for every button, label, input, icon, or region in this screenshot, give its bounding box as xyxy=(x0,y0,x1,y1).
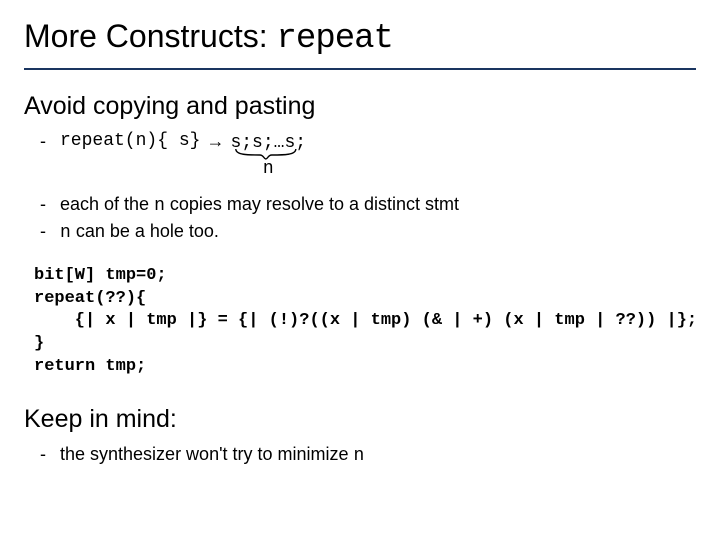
bullet-n-hole: n can be a hole too. xyxy=(60,219,696,246)
code-block: bit[W] tmp=0; repeat(??){ {| x | tmp |} … xyxy=(34,265,696,380)
arrow-icon: → xyxy=(200,129,230,154)
repeat-syntax: repeat(n){ s} xyxy=(60,129,200,154)
section-heading-2: Keep in mind: xyxy=(24,405,696,434)
brace-label: n xyxy=(263,157,274,182)
bullet-list-1: repeat(n){ s} → s;s;…s; n each of the n … xyxy=(24,129,696,247)
bullet-list-2: the synthesizer won't try to minimize n xyxy=(24,442,696,469)
title-prefix: More Constructs: xyxy=(24,18,277,54)
bullet-repeat-expansion: repeat(n){ s} → s;s;…s; n xyxy=(60,129,696,192)
bullet-distinct-stmt: each of the n copies may resolve to a di… xyxy=(60,192,696,219)
slide-title: More Constructs: repeat xyxy=(24,18,696,68)
bullet-minimize-n: the synthesizer won't try to minimize n xyxy=(60,442,696,469)
title-code: repeat xyxy=(277,20,393,58)
section-heading-1: Avoid copying and pasting xyxy=(24,92,696,121)
title-divider xyxy=(24,68,696,70)
